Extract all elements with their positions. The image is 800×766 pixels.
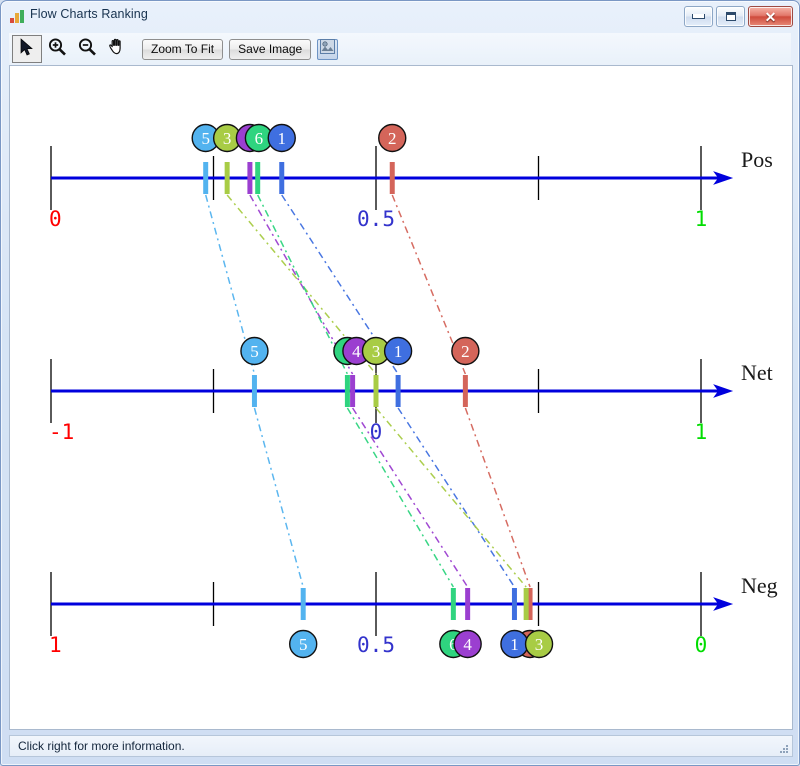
badge-label: 4 [463,635,472,654]
application-window: Flow Charts Ranking ✕ Zoom To Fit Save I… [0,0,800,766]
alternative-badge-2: 2 [378,123,407,153]
image-icon [320,39,336,59]
badge-label: 3 [535,635,544,654]
axis-name-label: Net [741,360,773,385]
connector-line-6 [346,407,454,588]
badge-label: 3 [372,342,381,361]
badge-label: 1 [510,635,519,654]
minimize-button[interactable] [684,6,713,27]
badge-label: 5 [201,129,210,148]
axis-tick-label: 1 [49,633,62,657]
connector-line-1 [397,407,516,588]
close-icon: ✕ [764,8,777,25]
alternative-badge-5: 5 [289,629,318,659]
axis-group-pos: Pos 0 0.5 1 [49,146,773,231]
save-image-button[interactable]: Save Image [229,38,312,60]
alternative-badge-1: 1 [500,629,529,659]
badge-label: 1 [394,342,403,361]
alternative-badge-3: 3 [524,629,554,659]
alternative-badge-5: 5 [240,336,269,366]
connector-line-5 [253,407,304,588]
flow-charts-plot: Pos00.51Net-101Neg10.5053461264312556421… [49,123,778,659]
hand-icon [107,37,127,62]
axis-group-neg: Neg 1 0.5 0 [49,572,778,657]
axis-tick-label: 0 [49,207,62,231]
badge-label: 1 [278,129,287,148]
status-message: Click right for more information. [18,739,185,753]
axis-group-net: Net -1 0 1 [49,359,773,444]
axis-tick-label: 0 [695,633,708,657]
title-bar[interactable]: Flow Charts Ranking ✕ [1,1,799,31]
toolbar: Zoom To Fit Save Image [9,33,791,65]
pointer-tool-button[interactable] [12,35,42,63]
resize-grip[interactable] [777,742,789,754]
badge-label: 4 [352,342,361,361]
pan-tool-button[interactable] [102,35,132,63]
badge-label: 2 [388,129,397,148]
badge-group-net: 643125 [240,336,480,366]
minimize-icon [692,14,705,19]
axis-tick-label: 1 [695,207,708,231]
alternative-badge-1: 1 [267,123,296,153]
bar-chart-icon [10,10,26,23]
alternative-badge-2: 2 [451,336,480,366]
badge-label: 5 [299,635,308,654]
axis-tick-label: 1 [695,420,708,444]
close-button[interactable]: ✕ [748,6,793,27]
badge-group-pos: 534612 [191,123,407,153]
badge-label: 6 [255,129,264,148]
axis-tick-label: 0.5 [357,633,395,657]
status-bar: Click right for more information. [9,735,793,757]
zoom-to-fit-button[interactable]: Zoom To Fit [142,38,224,60]
maximize-icon [725,12,736,21]
badge-group-neg: 564213 [289,629,554,659]
zoom-out-tool-button[interactable] [72,35,102,63]
magnifier-plus-icon [47,37,67,62]
badge-label: 2 [461,342,470,361]
zoom-in-tool-button[interactable] [42,35,72,63]
alternative-badge-1: 1 [383,336,413,366]
axis-tick-label: -1 [49,420,74,444]
axis-tick-label: 0 [370,420,383,444]
image-options-button[interactable] [317,38,339,60]
magnifier-minus-icon [77,37,97,62]
badge-label: 5 [250,342,259,361]
alternative-badge-4: 4 [453,629,482,659]
badge-label: 3 [223,129,232,148]
axis-name-label: Neg [741,573,778,598]
axis-name-label: Pos [741,147,773,172]
maximize-button[interactable] [716,6,745,27]
axis-tick-label: 0.5 [357,207,395,231]
window-title: Flow Charts Ranking [30,7,148,21]
chart-canvas[interactable]: Pos00.51Net-101Neg10.5053461264312556421… [9,65,793,730]
arrow-cursor-icon [18,37,36,61]
window-controls: ✕ [684,6,793,27]
